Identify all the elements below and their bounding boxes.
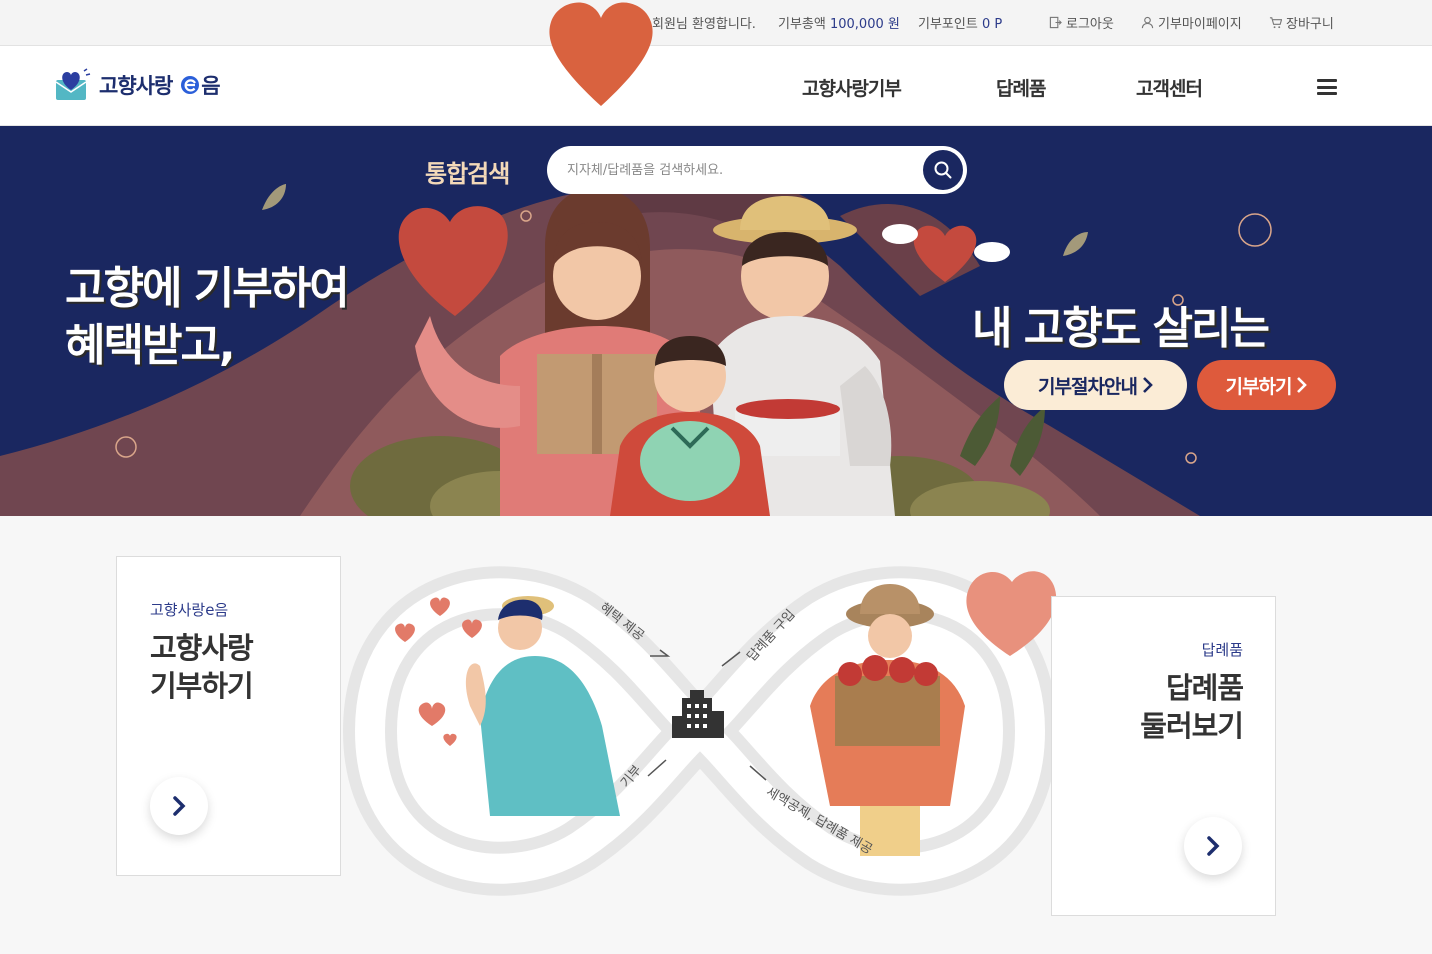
hero-banner: 통합검색 고향에 기부하여 혜택받고, 내 고향도 살리는 기부절차안내 기부하… bbox=[0, 126, 1432, 516]
menu-button[interactable] bbox=[1317, 79, 1337, 95]
hero-headline-line2: 혜택받고, bbox=[65, 320, 236, 371]
donate-card[interactable]: 고향사랑e음 고향사랑 기부하기 bbox=[116, 556, 341, 876]
gifts-card-title-line1: 답례품 bbox=[1165, 671, 1244, 705]
hero-headline-right: 내 고향도 살리는 bbox=[972, 303, 1270, 354]
logout-link[interactable]: 로그아웃 bbox=[1049, 13, 1114, 32]
donation-guide-button[interactable]: 기부절차안내 bbox=[1004, 360, 1187, 410]
donate-card-subtitle: 고향사랑e음 bbox=[150, 601, 229, 619]
donate-label: 기부하기 bbox=[1225, 375, 1293, 398]
donate-card-title: 고향사랑 기부하기 bbox=[150, 629, 254, 705]
cart-link[interactable]: 장바구니 bbox=[1269, 13, 1334, 32]
site-header: 고향사랑 음 고향사랑기부 답례품 고객센터 bbox=[0, 46, 1432, 126]
gifts-card[interactable]: 답례품 답례품 둘러보기 bbox=[1051, 596, 1276, 916]
nav-support[interactable]: 고객센터 bbox=[1136, 74, 1203, 101]
donate-card-arrow-button[interactable] bbox=[150, 777, 208, 835]
donate-card-title-line2: 기부하기 bbox=[150, 669, 254, 703]
donation-points-label: 기부포인트 bbox=[918, 17, 978, 32]
user-icon bbox=[1141, 16, 1154, 29]
mypage-label: 기부마이페이지 bbox=[1158, 17, 1242, 32]
gifts-card-arrow-button[interactable] bbox=[1184, 817, 1242, 875]
logo-heart-icon bbox=[55, 68, 91, 100]
logo-e-icon bbox=[181, 76, 200, 94]
donate-card-title-line1: 고향사랑 bbox=[150, 631, 254, 665]
donation-total-value: 100,000 원 bbox=[829, 17, 900, 32]
logout-label: 로그아웃 bbox=[1066, 17, 1114, 32]
search-input[interactable] bbox=[567, 158, 907, 182]
chevron-right-icon bbox=[1297, 377, 1308, 393]
nav-donation[interactable]: 고향사랑기부 bbox=[802, 74, 902, 101]
cart-icon bbox=[1269, 17, 1282, 29]
gifts-card-title-line2: 둘러보기 bbox=[1140, 709, 1244, 743]
logout-icon bbox=[1049, 16, 1062, 29]
donate-button[interactable]: 기부하기 bbox=[1197, 360, 1336, 410]
chevron-right-icon bbox=[173, 796, 186, 816]
search-label: 통합검색 bbox=[425, 160, 510, 188]
donation-total: 기부총액 100,000 원 bbox=[778, 13, 900, 32]
search-button[interactable] bbox=[923, 150, 963, 190]
hero-headline-left: 고향에 기부하여 혜택받고, bbox=[65, 260, 350, 374]
donation-points: 기부포인트 0 P bbox=[918, 13, 1002, 32]
hero-headline-line1: 고향에 기부하여 bbox=[65, 263, 350, 314]
menu-icon bbox=[1317, 79, 1337, 82]
search-bar bbox=[547, 146, 967, 194]
site-logo[interactable]: 고향사랑 음 bbox=[55, 68, 221, 102]
nav-gifts[interactable]: 답례품 bbox=[996, 74, 1046, 101]
cart-label: 장바구니 bbox=[1286, 17, 1334, 32]
chevron-right-icon bbox=[1207, 836, 1220, 856]
gifts-card-subtitle: 답례품 bbox=[1201, 641, 1243, 659]
infinity-flow-illustration bbox=[342, 566, 1058, 896]
welcome-text: 회원님 환영합니다. bbox=[652, 17, 756, 32]
top-utility-bar: 회원님 환영합니다. 기부총액 100,000 원 기부포인트 0 P 로그아웃… bbox=[0, 0, 1432, 46]
mypage-link[interactable]: 기부마이페이지 bbox=[1141, 13, 1242, 32]
donation-total-label: 기부총액 bbox=[778, 17, 826, 32]
donation-points-value: 0 P bbox=[981, 17, 1003, 32]
heart-decoration-icon bbox=[549, 2, 653, 106]
search-icon bbox=[934, 161, 952, 179]
chevron-right-icon bbox=[1143, 377, 1153, 393]
gifts-card-title: 답례품 둘러보기 bbox=[1140, 669, 1244, 745]
logo-text: 고향사랑 bbox=[99, 74, 173, 98]
logo-suffix: 음 bbox=[201, 74, 220, 98]
donation-guide-label: 기부절차안내 bbox=[1038, 375, 1138, 398]
